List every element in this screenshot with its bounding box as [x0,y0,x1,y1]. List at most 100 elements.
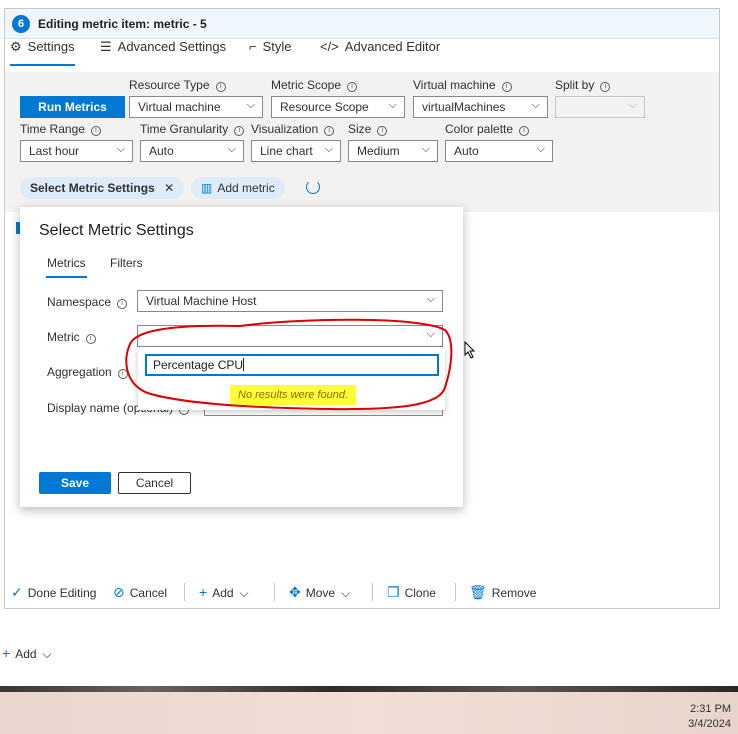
brush-icon: ⌐ [249,39,257,54]
chevron-down-icon: ⌵ [426,328,435,340]
info-icon: i [600,82,611,92]
select-metric-settings-chip[interactable]: Select Metric Settings ✕ [20,177,185,199]
plus-icon: + [2,645,11,661]
info-icon: i [324,126,335,136]
info-icon: i [347,82,358,92]
checkmark-icon: ✓ [11,584,23,600]
visualization-label: Visualization i [251,122,335,136]
clock-date[interactable]: 3/4/2024 [688,718,731,730]
tab-settings[interactable]: ⚙ Settings [10,39,75,66]
chevron-down-icon: ⌵ [341,586,351,600]
toolbar-move-button[interactable]: ✥ Move ⌵ [289,584,350,601]
toolbar-divider [184,583,185,601]
cancel-circle-icon: ⊘ [113,584,125,600]
metric-search-input[interactable]: Percentage CPU [145,354,439,376]
chevron-down-icon: ⌵ [628,99,637,111]
info-icon: i [501,82,512,92]
resource-type-label: Resource Type i [129,78,226,92]
gear-icon: ⚙ [10,39,22,54]
split-by-dropdown[interactable]: ⌵ [555,96,645,118]
toolbar-cancel-button[interactable]: ⊘ Cancel [113,584,167,601]
namespace-value: Virtual Machine Host [146,294,257,308]
toolbar-add-label: Add [212,586,234,600]
toolbar-clone-button[interactable]: ❐ Clone [387,584,436,601]
tab-style-label: Style [262,39,292,54]
chevron-down-icon: ⌵ [426,293,435,305]
aggregation-label: Aggregation i [47,365,128,379]
text-cursor [243,358,245,371]
dialog-title: Select Metric Settings [39,222,194,239]
mouse-cursor-icon [464,341,476,359]
info-icon: i [215,82,226,92]
time-granularity-label: Time Granularity i [140,122,245,136]
clock-time[interactable]: 2:31 PM [690,703,731,715]
done-editing-button[interactable]: ✓ Done Editing [11,584,96,601]
add-section-label: Add [15,647,37,661]
toolbar-clone-label: Clone [404,586,436,600]
code-icon: </> [320,39,339,54]
metric-label: Metric i [47,330,96,344]
chevron-down-icon: ⌵ [388,99,397,111]
add-section-button[interactable]: + Add ⌵ [2,645,52,662]
move-icon: ✥ [289,584,301,600]
color-palette-dropdown[interactable]: Auto ⌵ [445,140,553,162]
time-granularity-dropdown[interactable]: Auto ⌵ [140,140,244,162]
chart-icon: ▥ [201,181,213,195]
no-results-message: No results were found. [230,385,357,405]
chevron-down-icon: ⌵ [536,143,545,155]
visualization-dropdown[interactable]: Line chart ⌵ [251,140,341,162]
tab-advanced-settings[interactable]: ☰ Advanced Settings [100,39,226,61]
done-editing-label: Done Editing [27,586,97,600]
toolbar-add-button[interactable]: + Add ⌵ [199,584,249,601]
metric-scope-dropdown[interactable]: Resource Scope ⌵ [271,96,405,118]
visualization-value: Line chart [260,144,313,158]
cancel-button[interactable]: Cancel [118,472,191,494]
tab-filters[interactable]: Filters [110,256,143,270]
toolbar-divider [455,583,456,601]
time-range-dropdown[interactable]: Last hour ⌵ [20,140,133,162]
refresh-icon[interactable] [306,180,320,194]
info-icon: i [117,299,128,309]
size-label: Size i [348,122,388,136]
namespace-label: Namespace i [47,295,128,309]
tab-advanced-editor-label: Advanced Editor [344,39,441,54]
namespace-dropdown[interactable]: Virtual Machine Host ⌵ [137,290,443,312]
toolbar-divider [274,583,275,601]
tab-settings-label: Settings [27,39,75,54]
color-palette-label: Color palette i [445,122,530,136]
info-icon: i [90,126,101,136]
size-dropdown[interactable]: Medium ⌵ [348,140,438,162]
tab-style[interactable]: ⌐ Style [249,39,292,61]
run-metrics-button[interactable]: Run Metrics [20,96,125,118]
metric-search-value: Percentage CPU [153,358,244,372]
info-icon: i [117,369,128,379]
toolbar-move-label: Move [305,586,336,600]
panel-title-bar: 6 Editing metric item: metric - 5 [5,9,719,39]
save-button[interactable]: Save [39,472,111,494]
info-icon: i [519,126,530,136]
tab-advanced-settings-label: Advanced Settings [117,39,227,54]
add-metric-chip[interactable]: ▥ Add metric [191,177,285,199]
toolbar-divider [372,583,373,601]
step-number-badge: 6 [12,15,30,33]
resource-type-dropdown[interactable]: Virtual machine ⌵ [129,96,263,118]
chevron-down-icon: ⌵ [116,143,125,155]
color-palette-value: Auto [454,144,479,158]
close-icon[interactable]: ✕ [164,181,174,195]
trash-icon: 🗑 [469,584,487,600]
copy-icon: ❐ [387,584,400,600]
plus-icon: + [199,584,208,600]
chevron-down-icon: ⌵ [227,143,236,155]
metric-dropdown[interactable]: ⌵ [137,325,443,347]
time-granularity-value: Auto [149,144,174,158]
toolbar-remove-button[interactable]: 🗑 Remove [469,584,536,601]
chevron-down-icon: ⌵ [324,143,333,155]
virtual-machine-dropdown[interactable]: virtualMachines ⌵ [413,96,548,118]
tab-advanced-editor[interactable]: </> Advanced Editor [320,39,440,61]
chevron-down-icon: ⌵ [421,143,430,155]
chip-label: Add metric [217,181,275,195]
tab-metrics[interactable]: Metrics [46,256,87,278]
resource-type-value: Virtual machine [138,100,221,114]
size-value: Medium [357,144,400,158]
metric-scope-label: Metric Scope i [271,78,358,92]
